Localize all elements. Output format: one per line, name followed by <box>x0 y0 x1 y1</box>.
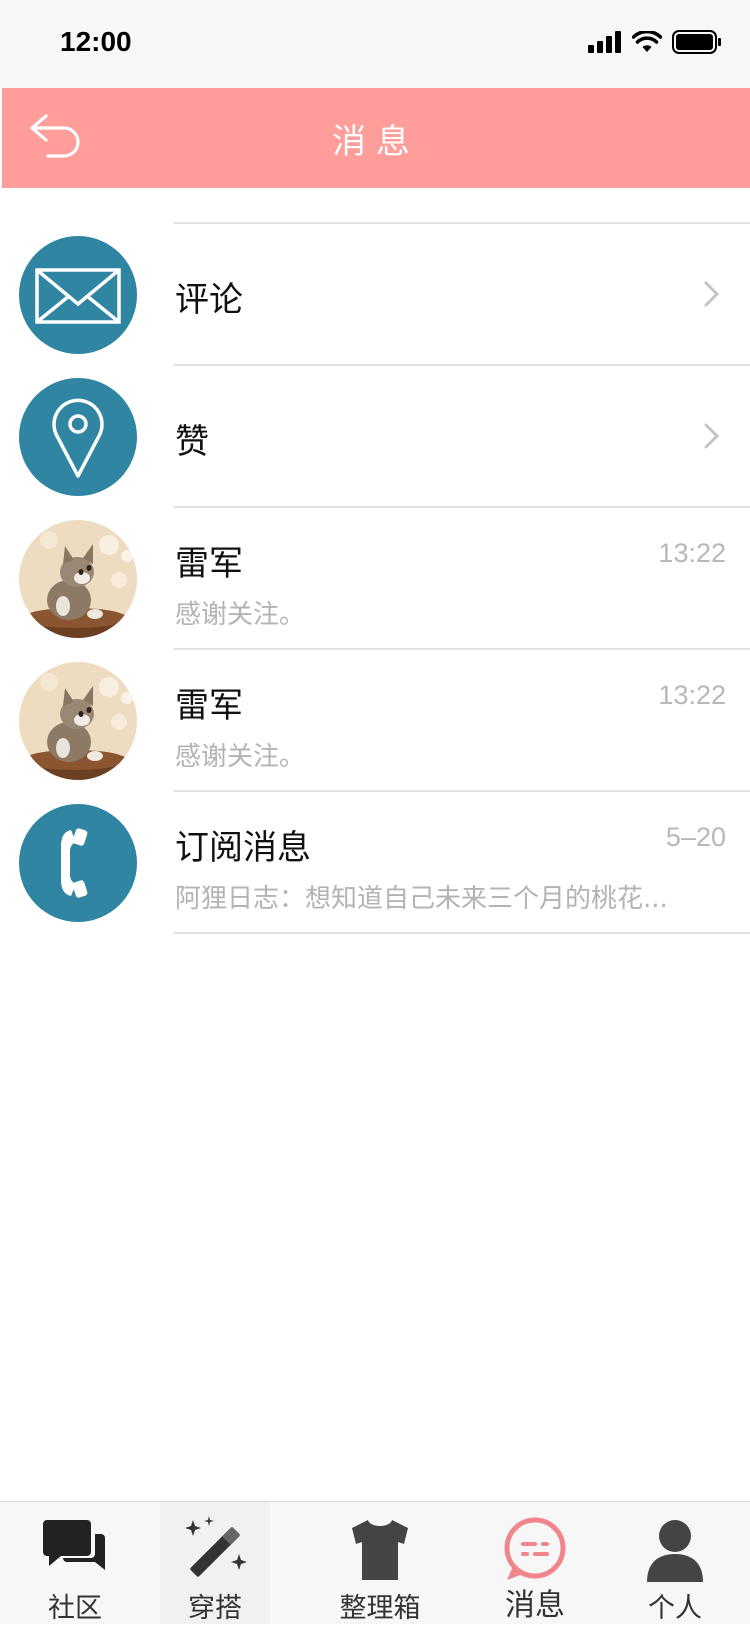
chevron-right-icon <box>704 281 720 307</box>
list-item-chat[interactable]: 雷军 感谢关注。 13:22 <box>0 648 750 790</box>
cat-photo-avatar <box>19 520 137 638</box>
tab-label: 消息 <box>505 1588 565 1623</box>
row-divider <box>173 364 750 366</box>
message-time: 5–20 <box>665 822 726 852</box>
battery-icon <box>672 30 721 54</box>
tab-community[interactable]: 社区 <box>0 1502 150 1624</box>
tab-profile[interactable]: 个人 <box>600 1502 750 1624</box>
magic-wand-icon <box>185 1516 247 1577</box>
envelope-icon <box>19 236 137 354</box>
contact-name: 订阅消息 <box>175 828 311 868</box>
status-bar: 12:00 <box>0 0 750 88</box>
contact-name: 雷军 <box>175 686 243 726</box>
tab-wardrobe[interactable]: 整理箱 <box>305 1502 455 1624</box>
cat-photo-avatar <box>19 662 137 780</box>
contact-name: 雷军 <box>175 544 243 584</box>
row-divider <box>173 506 750 508</box>
list-item-subscription[interactable]: 订阅消息 阿狸日志：想知道自己未来三个月的桃花... 5–20 <box>0 790 750 932</box>
message-time: 13:22 <box>658 538 726 568</box>
row-divider <box>173 790 750 792</box>
list-item-likes[interactable]: 赞 <box>0 364 750 506</box>
list-item-chat[interactable]: 雷军 感谢关注。 13:22 <box>0 506 750 648</box>
tab-outfit[interactable]: 穿搭 <box>160 1502 270 1624</box>
row-divider <box>173 222 750 224</box>
signal-icon <box>588 31 621 53</box>
message-preview: 感谢关注。 <box>175 600 306 630</box>
nav-bar: 消息 <box>2 88 750 188</box>
location-pin-icon <box>19 378 137 496</box>
chevron-right-icon <box>704 423 720 449</box>
message-time: 13:22 <box>658 680 726 710</box>
tab-label: 个人 <box>648 1593 702 1624</box>
message-preview: 阿狸日志：想知道自己未来三个月的桃花... <box>175 884 668 914</box>
chat-bubbles-icon <box>43 1520 105 1570</box>
person-icon <box>647 1520 703 1582</box>
list-item-title: 赞 <box>175 422 209 462</box>
row-divider <box>173 932 750 934</box>
system-icons <box>588 30 722 54</box>
page-title: 消息 <box>332 122 420 162</box>
message-preview: 感谢关注。 <box>175 742 306 772</box>
list-item-comments[interactable]: 评论 <box>0 222 750 364</box>
message-bubble-icon <box>504 1517 566 1580</box>
wifi-icon <box>632 31 662 52</box>
status-time: 12:00 <box>60 26 132 57</box>
tab-bar: 社区 穿搭 整理箱 消息 个人 <box>0 1501 750 1624</box>
phone-icon <box>19 804 137 922</box>
list-item-title: 评论 <box>175 280 243 320</box>
row-divider <box>173 648 750 650</box>
tab-label: 穿搭 <box>188 1593 242 1624</box>
tshirt-icon <box>352 1520 408 1580</box>
tab-label: 社区 <box>48 1593 102 1624</box>
tab-label: 整理箱 <box>339 1593 421 1624</box>
tab-messages[interactable]: 消息 <box>460 1502 610 1624</box>
